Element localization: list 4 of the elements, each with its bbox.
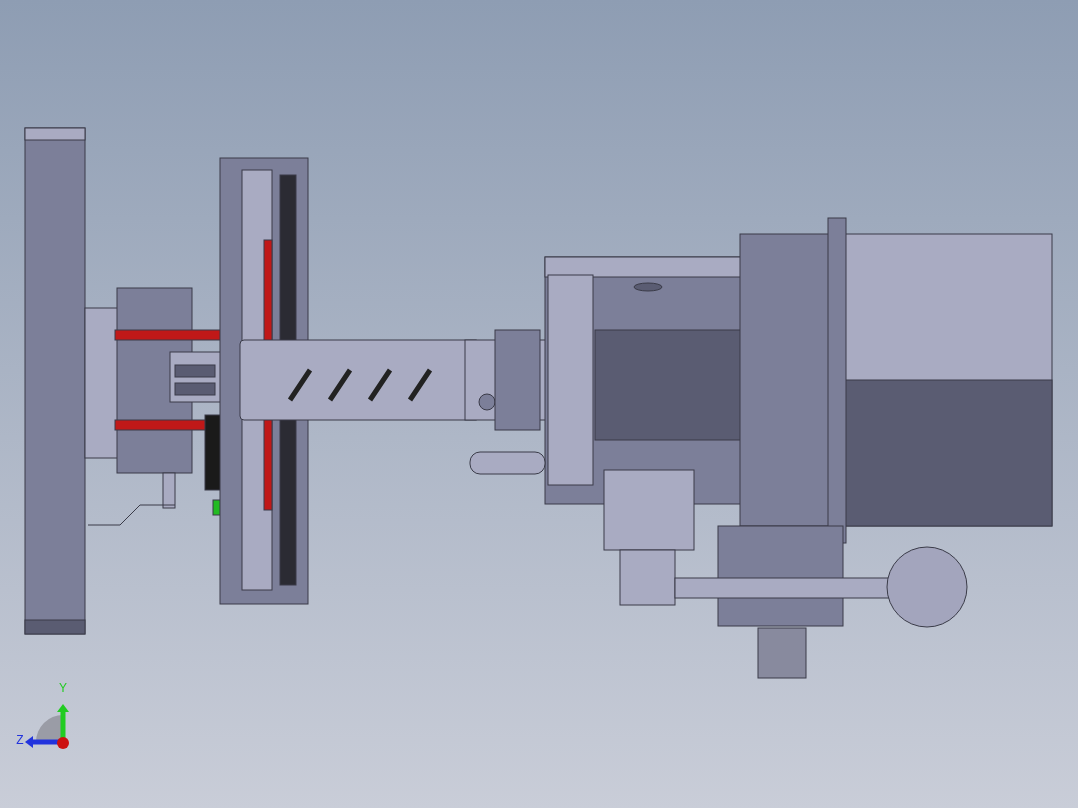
axis-label: Z xyxy=(16,733,24,747)
origin-ball-icon xyxy=(57,737,69,749)
triad-arc-icon xyxy=(36,715,63,742)
axis-label: Y xyxy=(59,681,67,695)
